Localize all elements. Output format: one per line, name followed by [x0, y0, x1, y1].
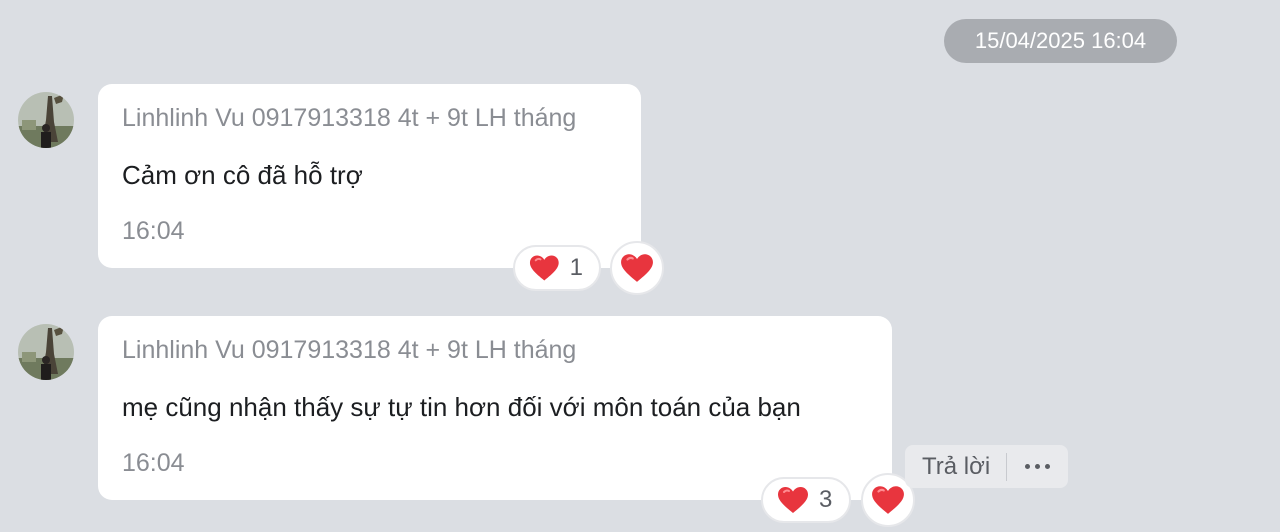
heart-icon [621, 254, 653, 282]
heart-icon [778, 487, 808, 513]
avatar[interactable] [18, 92, 74, 148]
avatar-photo [18, 324, 74, 380]
message-text: mẹ cũng nhận thấy sự tự tin hơn đối với … [122, 392, 801, 422]
avatar[interactable] [18, 324, 74, 380]
reply-button[interactable]: Trả lời [905, 445, 1006, 488]
reaction-count: 1 [569, 254, 583, 281]
message-time: 16:04 [122, 217, 185, 245]
more-dots-icon [1035, 464, 1041, 469]
more-dots-icon [1025, 464, 1031, 469]
heart-icon [529, 255, 559, 281]
react-button[interactable] [610, 241, 664, 295]
message-action-bar: Trả lời [905, 445, 1068, 488]
more-options-button[interactable] [1007, 445, 1068, 488]
message-time: 16:04 [122, 449, 185, 477]
heart-icon [872, 486, 904, 514]
reaction-summary[interactable]: 1 [513, 245, 601, 291]
message-bubble[interactable]: Linhlinh Vu 0917913318 4t + 9t LH tháng … [98, 84, 641, 268]
more-dots-icon [1045, 464, 1051, 469]
message-text: Cảm ơn cô đã hỗ trợ [122, 160, 363, 190]
reaction-count: 3 [819, 486, 833, 513]
sender-name: Linhlinh Vu 0917913318 4t + 9t LH tháng [122, 104, 577, 132]
avatar-photo [18, 92, 74, 148]
message-bubble[interactable]: Linhlinh Vu 0917913318 4t + 9t LH tháng … [98, 316, 892, 500]
date-separator: 15/04/2025 16:04 [944, 19, 1177, 63]
reaction-summary[interactable]: 3 [761, 477, 851, 523]
sender-name: Linhlinh Vu 0917913318 4t + 9t LH tháng [122, 336, 577, 364]
